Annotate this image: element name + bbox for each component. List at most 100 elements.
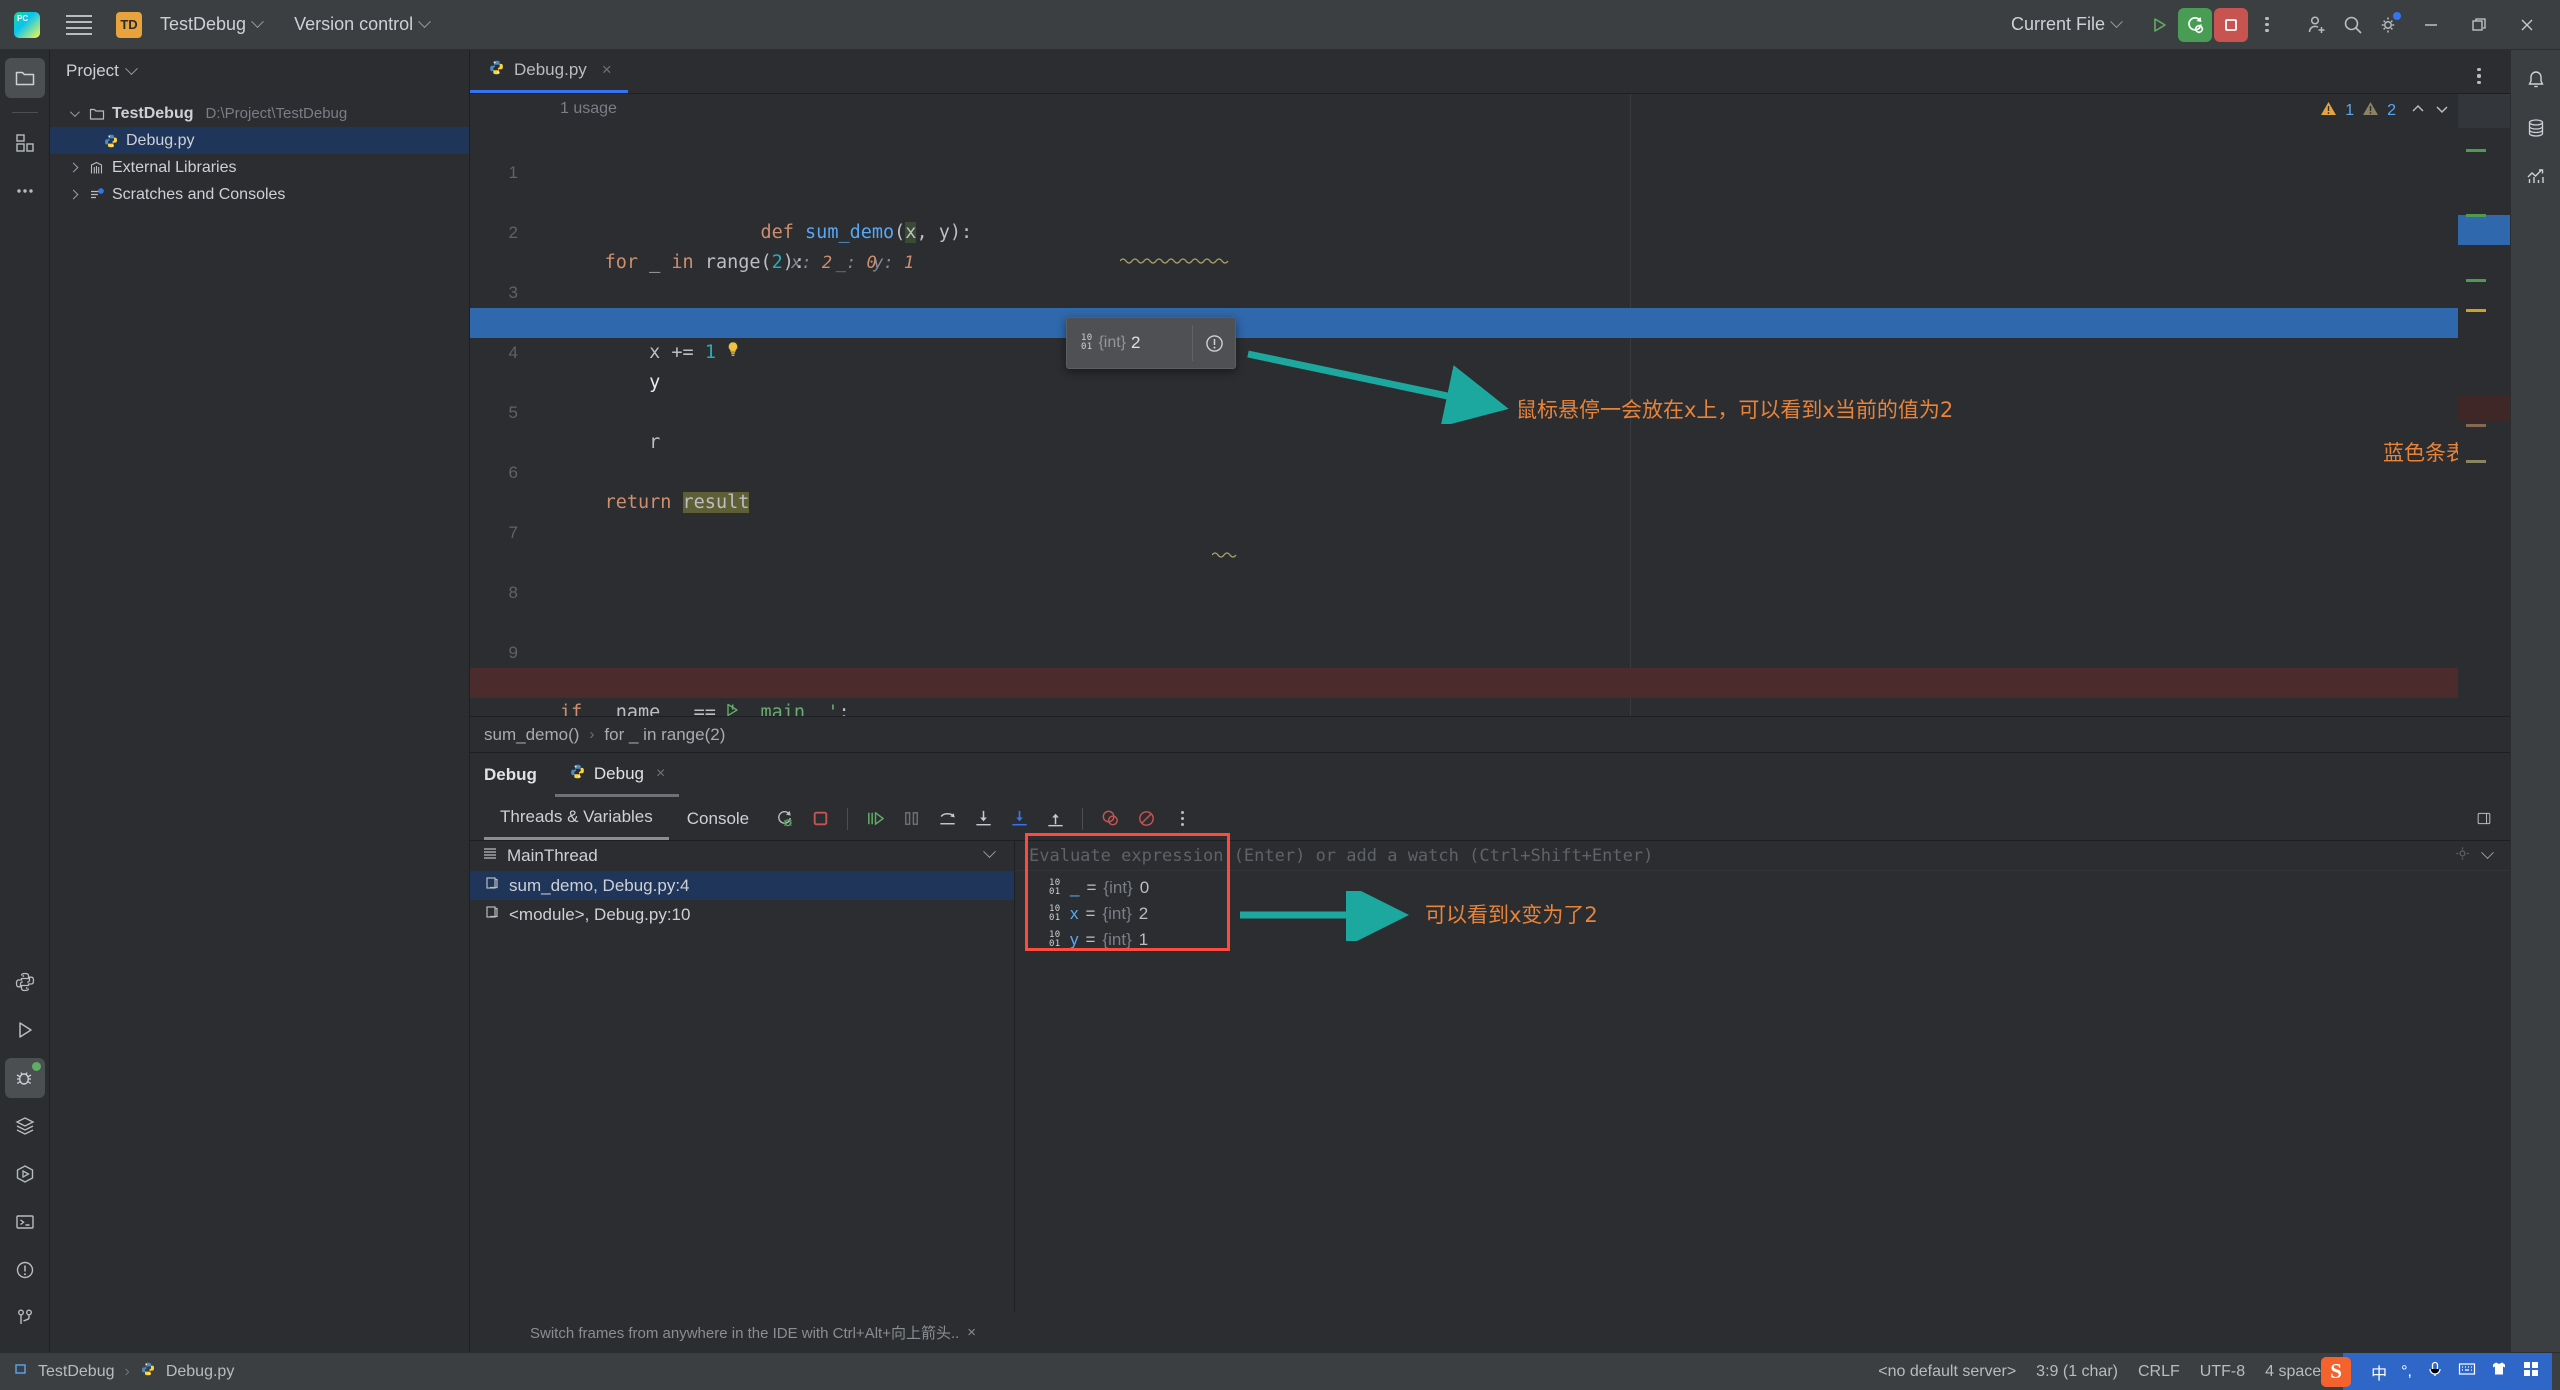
- apps-grid-icon[interactable]: [2522, 1360, 2540, 1383]
- frame-row-module[interactable]: <module>, Debug.py:10: [470, 900, 1014, 929]
- status-line-separator[interactable]: CRLF: [2138, 1363, 2180, 1381]
- breadcrumb-item-0[interactable]: sum_demo(): [484, 725, 579, 745]
- marker-brown: [2466, 424, 2486, 427]
- gear-icon[interactable]: [2372, 8, 2406, 42]
- subtab-console-label: Console: [686, 808, 750, 828]
- run-configuration-selector[interactable]: Current File: [2002, 9, 2130, 40]
- hamburger-menu-icon[interactable]: [62, 10, 96, 40]
- project-panel-header[interactable]: Project: [50, 50, 469, 92]
- tree-node-testdebug[interactable]: TestDebug D:\Project\TestDebug: [50, 100, 469, 127]
- python-console-icon[interactable]: [5, 1154, 45, 1194]
- skin-icon[interactable]: [2490, 1360, 2508, 1383]
- settings-icon[interactable]: [2454, 845, 2471, 867]
- notifications-icon[interactable]: [2516, 60, 2556, 100]
- code-line-8: 8: [470, 548, 2458, 602]
- debug-tab-session[interactable]: Debug ×: [554, 753, 680, 797]
- view-breakpoints-icon[interactable]: [1093, 802, 1127, 836]
- close-icon[interactable]: ×: [602, 60, 612, 80]
- mute-breakpoints-icon[interactable]: [1129, 802, 1163, 836]
- info-circle-icon[interactable]: [1193, 333, 1235, 354]
- microphone-icon[interactable]: [2426, 1360, 2444, 1383]
- sogou-ime-logo[interactable]: S: [2321, 1356, 2352, 1387]
- run-button[interactable]: [2142, 8, 2176, 42]
- status-default-server[interactable]: <no default server>: [1878, 1363, 2016, 1381]
- ime-language-toggle[interactable]: 中: [2371, 1360, 2387, 1384]
- more-tools-icon[interactable]: [5, 171, 45, 211]
- chevron-down-icon[interactable]: [64, 107, 82, 118]
- keyboard-icon[interactable]: [2458, 1360, 2476, 1383]
- status-indent[interactable]: 4 spaces: [2265, 1363, 2329, 1381]
- profiler-chart-icon[interactable]: [2516, 156, 2556, 196]
- chevron-down-icon[interactable]: [2481, 846, 2494, 860]
- minimize-button[interactable]: [2408, 8, 2454, 42]
- step-over-icon[interactable]: [930, 802, 964, 836]
- thread-row-mainthread[interactable]: MainThread: [470, 841, 1014, 871]
- status-caret-position[interactable]: 3:9 (1 char): [2036, 1363, 2118, 1381]
- stop-button[interactable]: [2214, 7, 2248, 42]
- status-encoding[interactable]: UTF-8: [2200, 1363, 2245, 1381]
- editor-marker-strip[interactable]: [2458, 94, 2510, 716]
- usage-hint[interactable]: 1 usage: [560, 100, 617, 118]
- debug-rerun-button[interactable]: [2178, 7, 2212, 42]
- step-into-icon[interactable]: [966, 802, 1000, 836]
- version-control-menu[interactable]: Version control: [285, 9, 438, 40]
- add-account-icon[interactable]: [2300, 8, 2334, 42]
- force-step-into-icon[interactable]: [1002, 802, 1036, 836]
- variables-panel: Evaluate expression (Enter) or add a wat…: [1015, 833, 2510, 1312]
- editor-viewport: 1 2 1 usage 1 def sum_demo(x, y): x: 2 y…: [470, 94, 2510, 716]
- maximize-restore-button[interactable]: [2456, 8, 2502, 42]
- debug-tool-icon[interactable]: [4, 1058, 45, 1098]
- services-icon[interactable]: [5, 1106, 45, 1146]
- next-problem-icon[interactable]: [2434, 101, 2450, 122]
- anno-blue-bar: 蓝色条表示：当前即将要执行，但是还没有执行: [2383, 441, 2458, 465]
- previous-problem-icon[interactable]: [2410, 101, 2426, 122]
- search-icon[interactable]: [2336, 8, 2370, 42]
- tree-node-debug-py[interactable]: Debug.py: [50, 127, 469, 154]
- tree-node-external-libraries[interactable]: External Libraries: [50, 154, 469, 181]
- close-icon[interactable]: ×: [967, 1324, 976, 1341]
- frame-row-sum-demo[interactable]: sum_demo, Debug.py:4: [470, 871, 1014, 900]
- more-run-options-icon[interactable]: [2250, 8, 2284, 42]
- resume-program-icon[interactable]: [858, 802, 892, 836]
- database-icon[interactable]: [2516, 108, 2556, 148]
- run-config-label: Current File: [2010, 14, 2105, 34]
- project-selector[interactable]: TestDebug: [151, 9, 271, 40]
- code-line-4-current-execution: 4 y: [470, 308, 2458, 393]
- anno-x-changed: 可以看到x变为了2: [1425, 903, 1598, 927]
- python-packages-icon[interactable]: [5, 962, 45, 1002]
- run-tool-icon[interactable]: [5, 1010, 45, 1050]
- ime-punctuation-toggle[interactable]: °,: [2401, 1363, 2412, 1381]
- structure-tool-icon[interactable]: [5, 123, 45, 163]
- breadcrumb-item-1[interactable]: for _ in range(2): [604, 725, 725, 745]
- project-badge: TD: [116, 11, 142, 38]
- problems-icon[interactable]: [5, 1250, 45, 1290]
- chevron-right-icon[interactable]: [64, 189, 82, 200]
- stop-icon[interactable]: [803, 802, 837, 836]
- version-control-icon[interactable]: [5, 1298, 45, 1338]
- binary-value-icon: 10 01: [1081, 333, 1093, 352]
- project-tool-icon[interactable]: [4, 58, 45, 98]
- tree-node-scratches[interactable]: Scratches and Consoles: [50, 181, 469, 208]
- value-tooltip-popup[interactable]: 10 01 {int} 2: [1066, 317, 1236, 369]
- chevron-down-icon[interactable]: [983, 845, 996, 859]
- more-options-icon[interactable]: [1165, 802, 1199, 836]
- terminal-icon[interactable]: [5, 1202, 45, 1242]
- subtab-threads-variables[interactable]: Threads & Variables: [484, 798, 669, 840]
- chevron-right-icon[interactable]: [64, 162, 82, 173]
- pause-program-icon[interactable]: [894, 802, 928, 836]
- editor-tab-debug-py[interactable]: Debug.py ×: [470, 49, 628, 93]
- status-breadcrumb-file[interactable]: Debug.py: [166, 1363, 235, 1381]
- close-icon[interactable]: ×: [656, 765, 665, 783]
- inspections-widget[interactable]: 1 2: [2320, 100, 2450, 122]
- annotation-arrow-1: [1247, 350, 1509, 424]
- subtab-console[interactable]: Console: [671, 798, 765, 840]
- layout-settings-icon[interactable]: [2476, 802, 2510, 836]
- evaluate-expression-bar[interactable]: Evaluate expression (Enter) or add a wat…: [1015, 841, 2510, 871]
- editor-more-options-icon[interactable]: [2462, 59, 2496, 93]
- status-breadcrumb-project[interactable]: TestDebug: [38, 1363, 115, 1381]
- python-file-icon: [569, 763, 586, 785]
- code-editor[interactable]: 1 2 1 usage 1 def sum_demo(x, y): x: 2 y…: [470, 94, 2458, 716]
- step-out-icon[interactable]: [1038, 802, 1072, 836]
- close-button[interactable]: [2504, 8, 2550, 42]
- rerun-debug-icon[interactable]: [767, 802, 801, 836]
